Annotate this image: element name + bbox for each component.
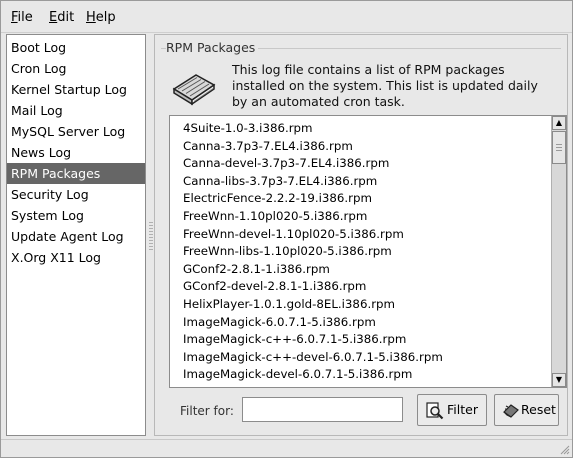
resize-grip-icon[interactable] bbox=[558, 443, 570, 455]
frame-title: RPM Packages bbox=[166, 40, 259, 55]
list-item[interactable]: FreeWnn-1.10pl020-5.i386.rpm bbox=[183, 208, 367, 226]
menu-file[interactable]: File bbox=[11, 10, 33, 26]
log-list-sidebar: Boot Log Cron Log Kernel Startup Log Mail L… bbox=[6, 34, 146, 436]
list-item[interactable]: FreeWnn-devel-1.10pl020-5.i386.rpm bbox=[183, 226, 404, 244]
list-item[interactable]: GConf2-2.8.1-1.i386.rpm bbox=[183, 261, 330, 279]
list-item[interactable]: 4Suite-1.0-3.i386.rpm bbox=[183, 120, 313, 138]
eraser-icon bbox=[503, 404, 519, 418]
sidebar-item-rpm-packages[interactable]: RPM Packages bbox=[7, 163, 145, 184]
sidebar-item-cron-log[interactable]: Cron Log bbox=[7, 58, 145, 79]
list-item[interactable]: ImageMagick-6.0.7.1-5.i386.rpm bbox=[183, 314, 376, 332]
sidebar-item-mail-log[interactable]: Mail Log bbox=[7, 100, 145, 121]
list-item[interactable]: Canna-devel-3.7p3-7.EL4.i386.rpm bbox=[183, 155, 389, 173]
statusbar bbox=[1, 439, 572, 457]
scrollbar-thumb[interactable] bbox=[552, 131, 566, 164]
vertical-scrollbar[interactable]: ▲ ▼ bbox=[551, 116, 566, 387]
sidebar-item-news-log[interactable]: News Log bbox=[7, 142, 145, 163]
list-item[interactable]: ImageMagick-devel-6.0.7.1-5.i386.rpm bbox=[183, 366, 412, 384]
package-list[interactable]: 4Suite-1.0-3.i386.rpm Canna-3.7p3-7.EL4.i… bbox=[169, 115, 567, 388]
splitter-grip-icon bbox=[149, 222, 153, 250]
list-item[interactable]: Canna-3.7p3-7.EL4.i386.rpm bbox=[183, 138, 353, 156]
sidebar-item-system-log[interactable]: System Log bbox=[7, 205, 145, 226]
list-item[interactable]: HelixPlayer-1.0.1.gold-8EL.i386.rpm bbox=[183, 296, 395, 314]
filter-input[interactable] bbox=[242, 397, 403, 422]
sidebar-item-update-agent-log[interactable]: Update Agent Log bbox=[7, 226, 145, 247]
sidebar-item-mysql-server-log[interactable]: MySQL Server Log bbox=[7, 121, 145, 142]
sidebar-item-x-org-x11-log[interactable]: X.Org X11 Log bbox=[7, 247, 145, 268]
sidebar-item-boot-log[interactable]: Boot Log bbox=[7, 37, 145, 58]
log-description: This log file contains a list of RPM pac… bbox=[232, 62, 538, 109]
list-item[interactable]: GConf2-devel-2.8.1-1.i386.rpm bbox=[183, 278, 366, 296]
magnifier-icon bbox=[426, 402, 444, 420]
list-item[interactable]: ImageMagick-perl-6.0.7.1-5.i386.rpm bbox=[183, 384, 403, 387]
list-item[interactable]: ImageMagick-c++-devel-6.0.7.1-5.i386.rpm bbox=[183, 349, 443, 367]
scroll-up-icon[interactable]: ▲ bbox=[552, 116, 566, 130]
filter-button[interactable]: Filter bbox=[417, 394, 487, 426]
log-view-panel: RPM Packages This log file contains a li… bbox=[154, 34, 568, 436]
menubar: File Edit Help bbox=[1, 1, 572, 33]
menu-edit[interactable]: Edit bbox=[49, 10, 74, 26]
filter-label: Filter for: bbox=[180, 404, 234, 418]
list-item[interactable]: ImageMagick-c++-6.0.7.1-5.i386.rpm bbox=[183, 331, 406, 349]
reset-button-label: Reset bbox=[521, 402, 556, 417]
list-item[interactable]: Canna-libs-3.7p3-7.EL4.i386.rpm bbox=[183, 173, 377, 191]
menu-help[interactable]: Help bbox=[86, 10, 116, 26]
list-item[interactable]: FreeWnn-libs-1.10pl020-5.i386.rpm bbox=[183, 243, 392, 261]
reset-button[interactable]: Reset bbox=[494, 394, 559, 426]
list-item[interactable]: ElectricFence-2.2.2-19.i386.rpm bbox=[183, 190, 372, 208]
sidebar-item-kernel-startup-log[interactable]: Kernel Startup Log bbox=[7, 79, 145, 100]
sidebar-item-security-log[interactable]: Security Log bbox=[7, 184, 145, 205]
scroll-down-icon[interactable]: ▼ bbox=[552, 373, 566, 387]
filter-button-label: Filter bbox=[447, 402, 478, 417]
system-logs-window: File Edit Help Boot Log Cron Log Kernel St… bbox=[0, 0, 573, 458]
book-icon bbox=[172, 74, 216, 106]
